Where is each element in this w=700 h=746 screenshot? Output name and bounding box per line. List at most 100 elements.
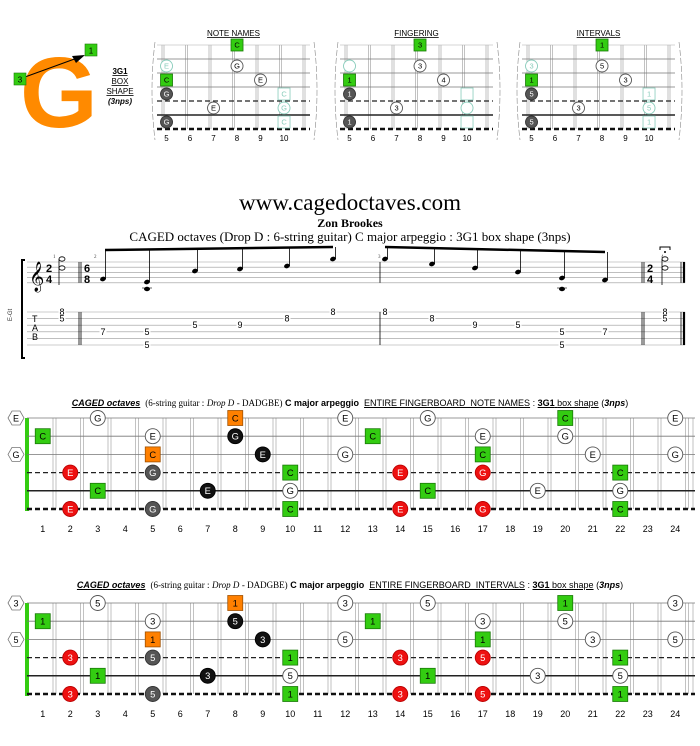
note-marker: G [89,410,106,426]
fret-number: 21 [588,524,598,534]
note-label: E [397,468,403,478]
fret-number: 11 [313,709,322,719]
note-label: C [617,504,624,514]
note-marker: 3 [144,613,161,630]
note-marker: 5 [525,115,538,129]
note-label: 5 [673,635,678,645]
mini-fret-number: 10 [280,134,289,143]
note-label: 1 [618,653,623,663]
note-label: E [535,486,541,496]
note-marker: C [557,410,574,426]
note-label: 3 [623,76,627,85]
mini-edge-right [678,41,683,141]
mini-panel-title: INTERVALS [577,29,621,38]
fret-number: 13 [368,524,378,534]
note-label: C [94,486,101,496]
title-tuning-post: - DADGBE) [236,398,283,408]
note-square [460,87,474,101]
title-nps: 3nps [604,398,626,408]
mini-fret-number: 7 [576,134,581,143]
note-label: C [149,450,156,460]
tab-fret-number: 8 [382,307,387,317]
title-shape: 3G1 [532,580,550,590]
note-label: 3 [673,598,678,608]
note-label: E [150,432,156,442]
note-marker: E [254,73,267,87]
mini-panel-title: FINGERING [394,29,438,38]
tab-fret-number: 9 [237,320,242,330]
half-note-head [661,256,669,262]
note-label: 5 [480,689,485,699]
note-marker: E [667,410,684,426]
note-label: E [205,486,211,496]
intervals-title: CAGED octaves (6-string guitar : Drop D … [0,580,700,590]
fret-number: 21 [588,709,598,719]
title-tuning-pre: (6-string guitar : [145,398,205,408]
mini-edge-right [496,41,501,141]
note-label: E [164,62,169,71]
note-label: G [562,432,569,442]
note-marker: 1 [525,73,538,87]
note-marker: G [277,101,291,115]
fret-number: 12 [340,524,350,534]
note-label: E [397,504,403,514]
note-marker: 5 [144,649,161,666]
tab-fret-number: 5 [515,320,520,330]
note-marker: C [227,410,244,426]
mini-fret-number: 7 [211,134,216,143]
note-label: 1 [647,118,651,127]
mini-fret-number: 6 [371,134,376,143]
fret-number: 18 [505,524,515,534]
note-label: 1 [618,689,623,699]
title-shape-text: box shape [557,398,599,408]
mini-fret-number: 9 [258,134,263,143]
title-tuning-pre: (6-string guitar : [150,580,210,590]
measure-number: 2 [94,255,97,260]
note-label: 1 [480,635,485,645]
note-marker: G [227,428,244,445]
tab-fret-number: 8 [330,307,335,317]
note-label: C [287,468,294,478]
fret-number: 16 [450,524,460,534]
fret-number: 15 [423,524,433,534]
mini-panel-title: NOTE NAMES [207,29,260,38]
mini-panel-fingering: FINGERING 5 6 7 8 9 10 3 3 1 4 1 3 1 [334,29,501,143]
note-label: G [287,486,294,496]
note-marker: E [337,410,354,426]
note-marker: 1 [419,667,436,684]
note-marker: 1 [364,613,381,630]
note-marker: G [419,410,436,426]
note-label: E [67,504,73,514]
note-label: 5 [425,598,430,608]
note-label: E [67,468,73,478]
note-marker [343,59,356,73]
note-label: 1 [288,689,293,699]
note-label: 3 [590,635,595,645]
note-marker: C [612,464,629,481]
tab-fret-number: 7 [100,327,105,337]
mini-fret-number: 6 [553,134,558,143]
open-string-marker: E [7,410,25,426]
note-circle [460,101,474,115]
note-label: E [258,76,263,85]
tab-letter: B [32,332,38,342]
note-marker: E [392,464,409,481]
note-marker: G [474,464,491,481]
note-marker: C [612,501,629,517]
mini-panel-intervals: INTERVALS 5 6 7 8 9 10 1 3 5 1 3 5 1 3 5 5 1 [516,29,683,143]
note-label: G [281,104,287,113]
note-marker: 1 [227,595,244,611]
note-marker: G [144,501,161,517]
note-label: C [232,413,239,423]
open-string-label: G [12,450,19,460]
note-marker: 1 [595,38,609,52]
note-marker: 5 [474,649,491,666]
note-label: 5 [480,653,485,663]
note-marker: 5 [227,613,244,630]
note-head [144,286,150,292]
half-note-head [661,265,669,271]
note-marker: 3 [474,613,491,630]
fret-number: 19 [533,524,543,534]
tab-fret-number: 8 [429,314,434,324]
mini-edge-left [151,41,156,141]
